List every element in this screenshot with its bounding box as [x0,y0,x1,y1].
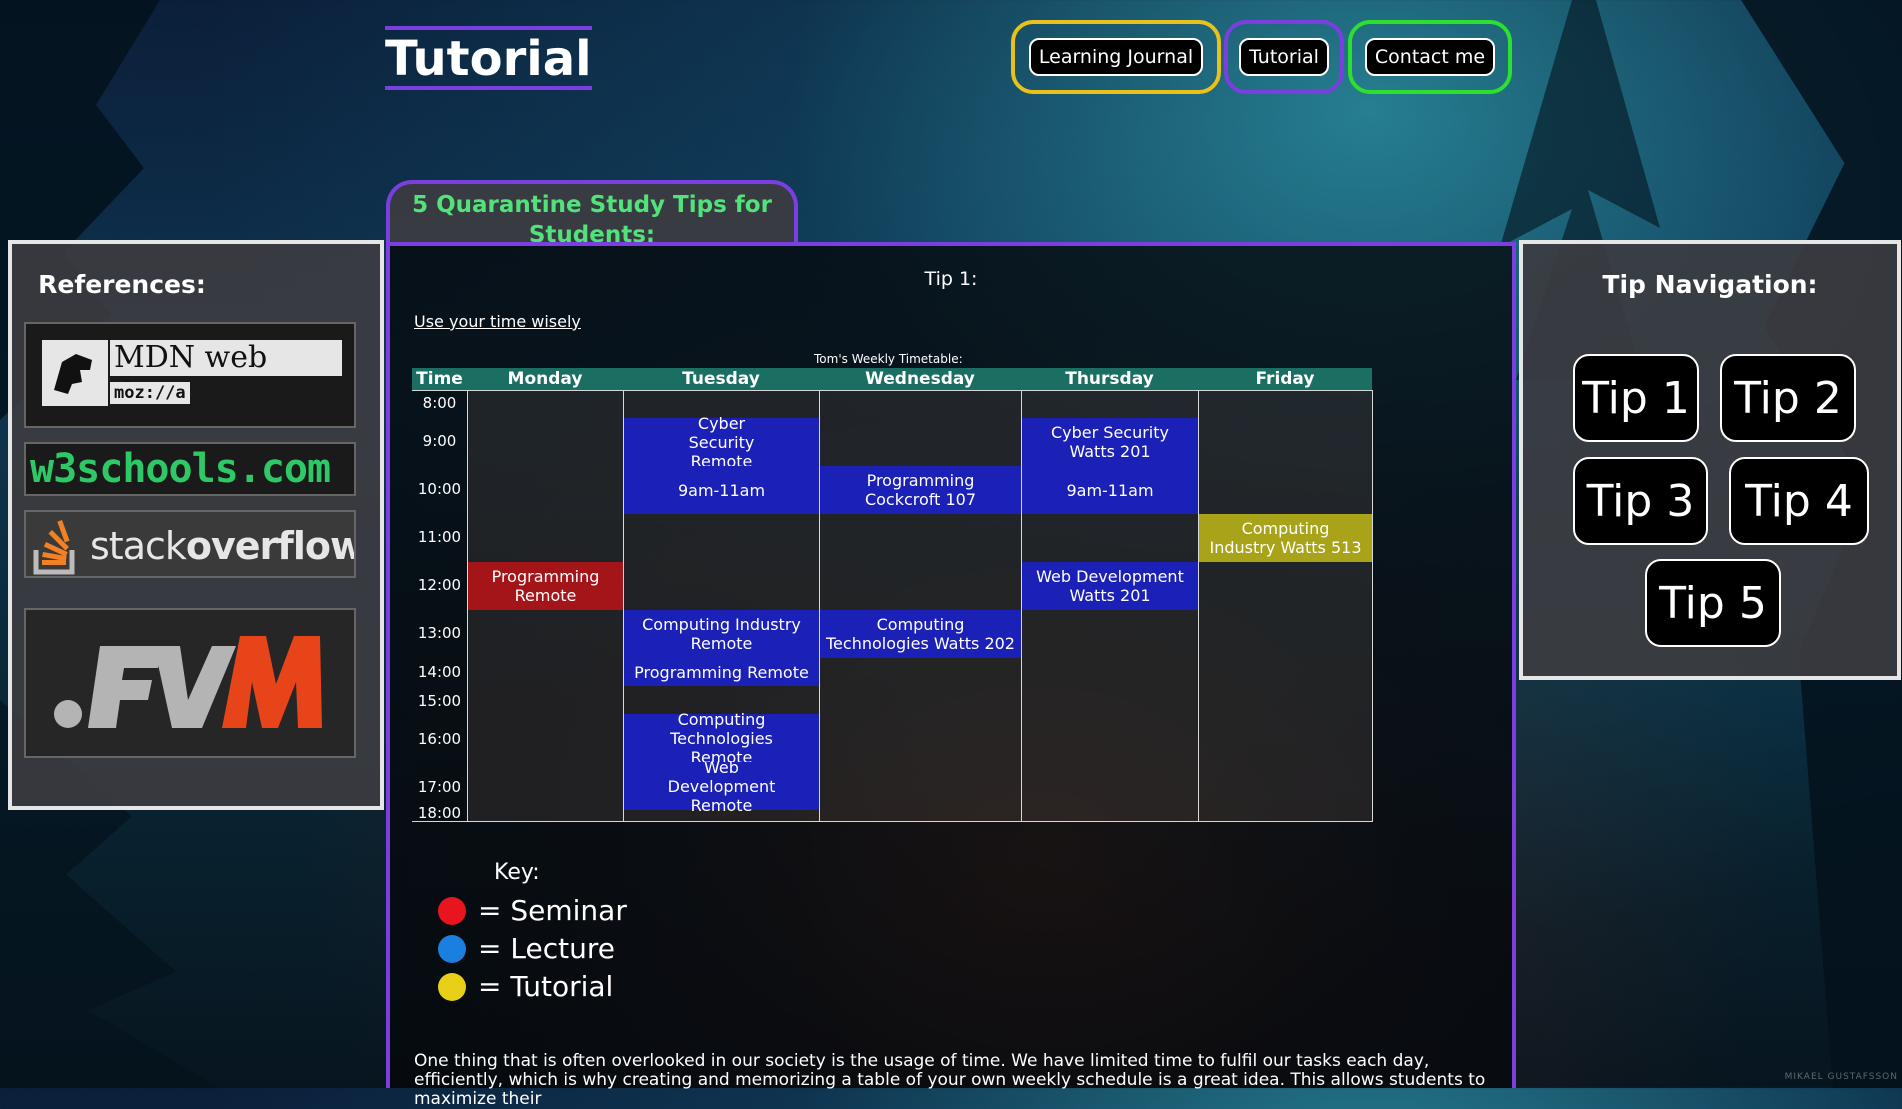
time-label: 12:00 [417,576,462,594]
blue-dot-icon [438,934,466,963]
event-lecture: Cyber Security Watts 201 [1022,418,1198,466]
key-label: = Lecture [478,932,615,965]
nav-contact-me[interactable]: Contact me [1348,20,1512,94]
mdn-logo-link[interactable]: MDN web docs moz://a [24,322,356,428]
timetable-header-time: Time [412,368,467,390]
event-lecture: 9am-11am [624,466,819,514]
time-label: 15:00 [417,692,462,710]
tip-4-button[interactable]: Tip 4 [1729,457,1869,545]
timetable: Time Monday Tuesday Wednesday Thursday F… [412,368,1374,822]
time-label: 13:00 [417,624,462,642]
tip-navigation-panel: Tip Navigation: Tip 1 Tip 2 Tip 3 Tip 4 … [1519,240,1901,680]
stack-icon [33,520,75,575]
day-column-friday [1198,390,1373,822]
timetable-header-thursday: Thursday [1021,368,1198,390]
yellow-dot-icon [438,972,466,1001]
time-label: 10:00 [417,480,462,498]
main-content: Tip 1: Use your time wisely Tom's Weekly… [386,242,1516,1109]
event-lecture: Cyber Security Remote [624,414,819,471]
nav-label[interactable]: Contact me [1364,38,1496,76]
key-item-tutorial: = Tutorial [438,970,613,1003]
day-column-wednesday [819,390,1022,822]
w3schools-text: w3schools.com [30,446,331,492]
tip-3-button[interactable]: Tip 3 [1573,457,1708,545]
timetable-header-wednesday: Wednesday [819,368,1021,390]
references-heading: References: [38,270,206,299]
nav-learning-journal[interactable]: Learning Journal [1011,20,1221,94]
references-panel: References: MDN web docs moz://a w3schoo… [8,240,384,810]
time-label: 16:00 [417,730,462,748]
stackoverflow-text: stackoverflow [90,522,356,570]
nav-label[interactable]: Learning Journal [1028,38,1204,76]
key-label: = Tutorial [478,970,614,1003]
tip-navigation-heading: Tip Navigation: [1602,270,1818,299]
page-title: Tutorial [385,26,592,90]
w3schools-logo-link[interactable]: w3schools.com [24,442,356,496]
intro-text: One thing that is often overlooked in ou… [414,1051,1486,1109]
event-lecture: Web Development Watts 201 [1022,562,1198,610]
fvm-logo-link[interactable] [24,608,356,758]
timetable-header-monday: Monday [467,368,623,390]
nav-label[interactable]: Tutorial [1239,38,1329,76]
timetable-caption: Tom's Weekly Timetable: [814,352,963,366]
stackoverflow-text-prefix: stack [90,524,187,568]
event-lecture: Programming Cockcroft 107 [820,466,1021,514]
event-lecture: Computing Technologies Remote [624,710,819,767]
time-label: 18:00 [417,804,462,822]
event-seminar: Programming Remote [468,562,623,610]
key-title: Key: [494,860,540,885]
nav-tutorial[interactable]: Tutorial [1224,20,1344,94]
time-label: 11:00 [417,528,462,546]
fvm-logo-icon [54,636,322,728]
time-label: 17:00 [417,778,462,796]
stackoverflow-text-suffix: overflow [185,524,356,568]
timetable-header-friday: Friday [1198,368,1372,390]
event-lecture: Programming Remote [624,658,819,686]
key-item-seminar: = Seminar [438,894,627,927]
tip-title: Tip 1: [924,268,978,290]
time-label: 8:00 [422,394,457,412]
time-label: 14:00 [417,663,462,681]
mdn-dino-icon [42,340,108,406]
event-lecture: Computing Industry Remote [624,610,819,658]
key-label: = Seminar [478,894,627,927]
mdn-text: MDN web docs [110,340,342,411]
key-item-lecture: = Lecture [438,932,615,965]
event-tutorial: Computing Industry Watts 513 [1199,514,1372,562]
stackoverflow-logo-link[interactable]: stackoverflow [24,510,356,578]
event-lecture: Web Development Remote [624,758,819,815]
mozilla-text: moz://a [110,382,190,404]
event-lecture: Computing Technologies Watts 202 [820,610,1021,658]
image-credit: MIKAEL GUSTAFSSON [1784,1072,1898,1082]
tip-link[interactable]: Use your time wisely [414,312,581,331]
event-lecture: 9am-11am [1022,466,1198,514]
section-tab: 5 Quarantine Study Tips for Students: [386,180,798,248]
timetable-body: 8:00 9:00 10:00 11:00 12:00 13:00 14:00 … [412,390,1374,822]
tip-2-button[interactable]: Tip 2 [1720,354,1856,442]
time-label: 9:00 [422,432,457,450]
tip-1-button[interactable]: Tip 1 [1573,354,1699,442]
red-dot-icon [438,896,466,925]
tip-5-button[interactable]: Tip 5 [1645,559,1781,647]
timetable-header-tuesday: Tuesday [623,368,819,390]
